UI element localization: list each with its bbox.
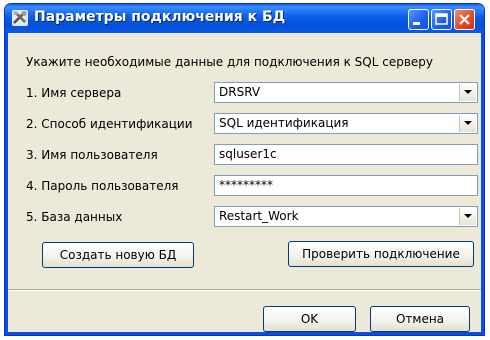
- dialog-body: Укажите необходимые данные для подключен…: [8, 33, 481, 332]
- chevron-down-icon: [464, 214, 472, 218]
- auth-combobox[interactable]: SQL идентификация: [214, 113, 478, 134]
- close-button[interactable]: [454, 9, 475, 30]
- cancel-button[interactable]: Отмена: [370, 306, 470, 332]
- instruction-text: Укажите необходимые данные для подключен…: [26, 55, 434, 69]
- chevron-down-icon: [464, 90, 472, 94]
- user-input[interactable]: sqluser1c: [214, 144, 478, 165]
- minimize-button[interactable]: [408, 9, 429, 30]
- server-label: 1. Имя сервера: [26, 86, 122, 100]
- server-combobox[interactable]: DRSRV: [214, 82, 478, 103]
- user-value: sqluser1c: [219, 147, 277, 161]
- database-combobox[interactable]: Restart_Work: [214, 206, 478, 227]
- database-dropdown-button[interactable]: [459, 208, 476, 225]
- auth-value: SQL идентификация: [219, 116, 349, 130]
- maximize-button[interactable]: [431, 9, 452, 30]
- server-dropdown-button[interactable]: [459, 84, 476, 101]
- server-value: DRSRV: [219, 85, 261, 99]
- auth-label: 2. Способ идентификации: [26, 117, 193, 131]
- footer-divider: [8, 289, 481, 291]
- user-label: 3. Имя пользователя: [26, 148, 158, 162]
- maximize-icon: [435, 13, 448, 25]
- password-label: 4. Пароль пользователя: [26, 179, 179, 193]
- chevron-down-icon: [464, 121, 472, 125]
- create-database-button[interactable]: Создать новую БД: [42, 242, 194, 268]
- window-frame-bottom: [5, 332, 484, 335]
- minimize-icon: [413, 22, 420, 25]
- database-value: Restart_Work: [219, 209, 299, 223]
- dialog-window: Параметры подключения к БД Укажите необх…: [4, 3, 485, 336]
- window-frame-right: [481, 33, 484, 335]
- close-icon: [459, 14, 470, 25]
- title-bar[interactable]: Параметры подключения к БД: [5, 4, 484, 33]
- window-title: Параметры подключения к БД: [34, 9, 286, 25]
- test-connection-button[interactable]: Проверить подключение: [288, 241, 474, 267]
- database-label: 5. База данных: [26, 210, 123, 224]
- ok-button[interactable]: OK: [263, 306, 356, 332]
- password-input[interactable]: *********: [214, 175, 478, 196]
- auth-dropdown-button[interactable]: [459, 115, 476, 132]
- password-value: *********: [219, 178, 273, 192]
- tools-icon: [12, 10, 28, 26]
